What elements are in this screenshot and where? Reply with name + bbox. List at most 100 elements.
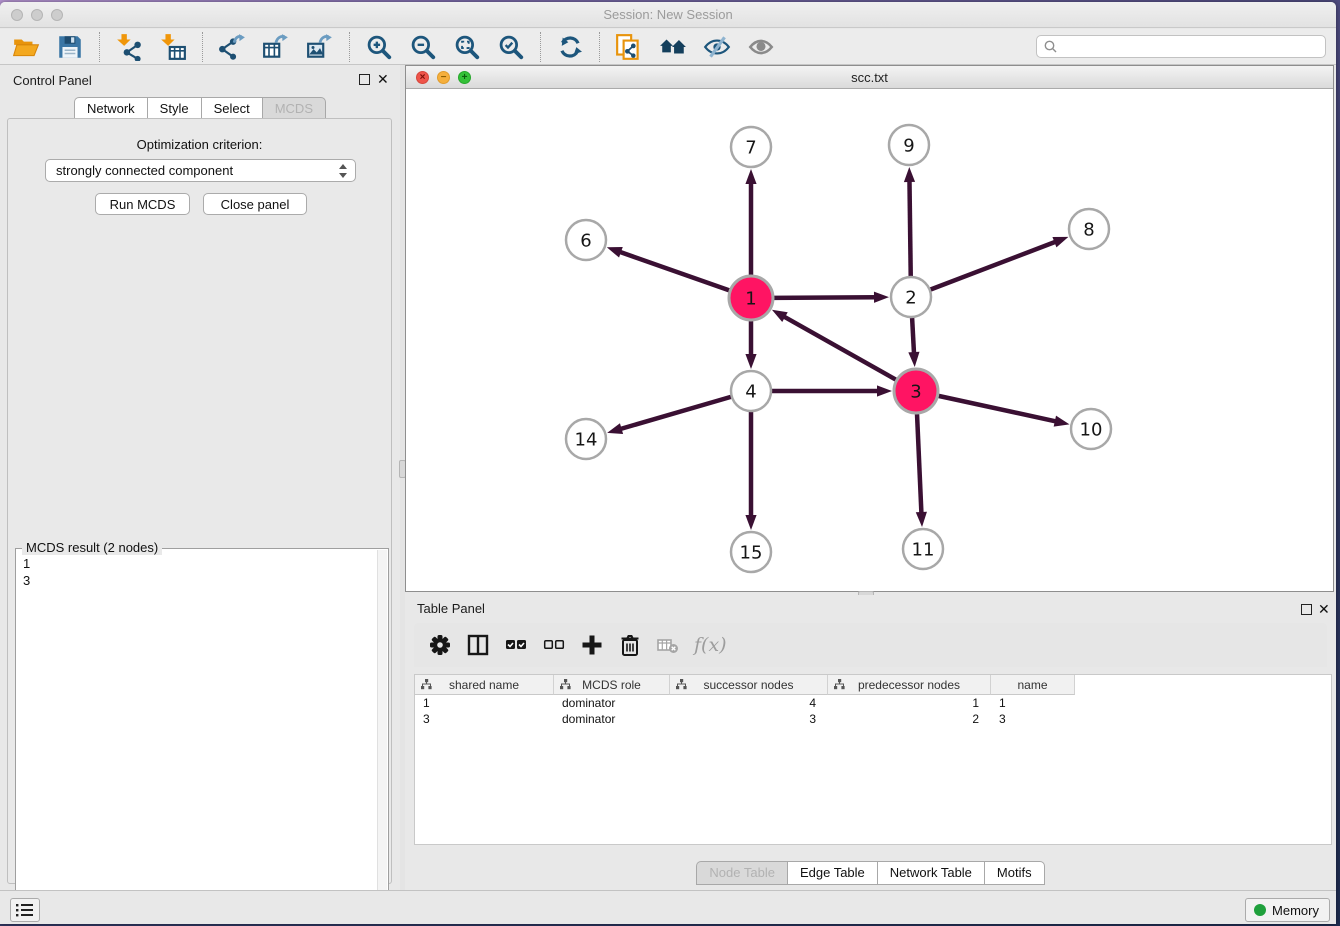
table-row[interactable]: 1 dominator 4 1 1: [415, 695, 1331, 711]
edge-4-14[interactable]: [619, 397, 731, 430]
graph-node-6[interactable]: 6: [566, 220, 606, 260]
memory-label: Memory: [1272, 903, 1319, 918]
edge-arrow-icon: [904, 167, 915, 182]
edge-2-3[interactable]: [912, 318, 914, 355]
save-session-icon[interactable]: [56, 33, 84, 61]
search-field[interactable]: [1036, 35, 1326, 58]
delete-column-icon[interactable]: [618, 633, 642, 657]
edge-arrow-icon: [877, 385, 892, 396]
close-panel-icon[interactable]: ✕: [377, 71, 389, 87]
control-panel: Control Panel ✕ Network Style Select MCD…: [0, 65, 400, 890]
graph-node-7[interactable]: 7: [731, 127, 771, 167]
cell-predecessor-nodes[interactable]: 1: [828, 695, 991, 711]
import-table-icon[interactable]: [159, 33, 187, 61]
cell-mcds-role[interactable]: dominator: [554, 711, 670, 727]
column-header-successor-nodes[interactable]: successor nodes: [670, 675, 828, 695]
edge-arrow-icon: [908, 352, 919, 367]
zoom-fit-icon[interactable]: [453, 33, 481, 61]
column-layout-icon[interactable]: [466, 633, 490, 657]
edge-2-9[interactable]: [909, 179, 910, 276]
cell-predecessor-nodes[interactable]: 2: [828, 711, 991, 727]
result-scrollbar[interactable]: [377, 550, 387, 924]
criterion-dropdown[interactable]: strongly connected component: [45, 159, 356, 182]
graph-node-4[interactable]: 4: [731, 371, 771, 411]
status-bar: Memory: [0, 890, 1336, 924]
graph-node-1[interactable]: 1: [729, 276, 773, 320]
control-panel-title: Control Panel: [13, 73, 92, 88]
graph-node-3[interactable]: 3: [894, 369, 938, 413]
tab-network-table[interactable]: Network Table: [877, 861, 984, 885]
mcds-result-text[interactable]: 1 3: [17, 552, 376, 924]
graph-node-10[interactable]: 10: [1071, 409, 1111, 449]
edge-2-8[interactable]: [931, 241, 1058, 289]
edge-3-11[interactable]: [917, 414, 921, 515]
edge-3-10[interactable]: [938, 396, 1057, 422]
float-panel-icon[interactable]: [359, 74, 370, 85]
zoom-selected-icon[interactable]: [497, 33, 525, 61]
table-close-icon[interactable]: ✕: [1318, 601, 1330, 617]
graph-node-11[interactable]: 11: [903, 529, 943, 569]
toolbar-separator: [349, 32, 350, 62]
select-all-columns-icon[interactable]: [504, 633, 528, 657]
column-header-shared-name[interactable]: shared name: [415, 675, 554, 695]
hide-selected-icon[interactable]: [703, 33, 731, 61]
session-title: Session: New Session: [0, 7, 1336, 22]
graph-node-14[interactable]: 14: [566, 419, 606, 459]
column-label: shared name: [449, 678, 519, 692]
network-canvas[interactable]: 7 9 6 8 1 2 4 3 14 10 15 11: [406, 89, 1333, 591]
task-history-button[interactable]: [10, 898, 40, 922]
close-panel-button[interactable]: Close panel: [203, 193, 307, 215]
tab-edge-table[interactable]: Edge Table: [787, 861, 877, 885]
toolbar-separator: [540, 32, 541, 62]
cell-successor-nodes[interactable]: 3: [670, 711, 828, 727]
edge-1-6[interactable]: [618, 251, 729, 290]
first-neighbors-icon[interactable]: [659, 33, 687, 61]
cell-shared-name[interactable]: 3: [415, 711, 554, 727]
graph-node-2[interactable]: 2: [891, 277, 931, 317]
edge-3-1[interactable]: [782, 316, 896, 380]
graph-node-8[interactable]: 8: [1069, 209, 1109, 249]
toolbar-separator: [202, 32, 203, 62]
run-mcds-button[interactable]: Run MCDS: [95, 193, 190, 215]
graph-node-9[interactable]: 9: [889, 125, 929, 165]
svg-text:11: 11: [912, 540, 935, 561]
show-all-icon[interactable]: [747, 33, 775, 61]
unselect-all-columns-icon[interactable]: [542, 633, 566, 657]
table-row[interactable]: 3 dominator 3 2 3: [415, 711, 1331, 727]
svg-text:14: 14: [575, 430, 598, 451]
refresh-icon[interactable]: [556, 33, 584, 61]
column-header-name[interactable]: name: [991, 675, 1075, 695]
memory-button[interactable]: Memory: [1245, 898, 1330, 922]
edge-1-2[interactable]: [774, 297, 877, 298]
open-session-icon[interactable]: [12, 33, 40, 61]
search-input[interactable]: [1062, 40, 1325, 54]
column-type-icon: [421, 679, 432, 690]
cell-name[interactable]: 1: [991, 695, 1075, 711]
column-header-mcds-role[interactable]: MCDS role: [554, 675, 670, 695]
zoom-in-icon[interactable]: [365, 33, 393, 61]
cell-shared-name[interactable]: 1: [415, 695, 554, 711]
cell-name[interactable]: 3: [991, 711, 1075, 727]
zoom-out-icon[interactable]: [409, 33, 437, 61]
tab-node-table[interactable]: Node Table: [696, 861, 787, 885]
import-network-icon[interactable]: [115, 33, 143, 61]
column-header-predecessor-nodes[interactable]: predecessor nodes: [828, 675, 991, 695]
cell-mcds-role[interactable]: dominator: [554, 695, 670, 711]
settings-gear-icon[interactable]: [428, 633, 452, 657]
table-float-icon[interactable]: [1301, 604, 1312, 615]
export-table-icon[interactable]: [262, 33, 290, 61]
cell-successor-nodes[interactable]: 4: [670, 695, 828, 711]
tab-motifs[interactable]: Motifs: [984, 861, 1045, 885]
control-panel-header: Control Panel ✕: [0, 65, 400, 95]
graph-node-15[interactable]: 15: [731, 532, 771, 572]
edge-arrow-icon: [745, 354, 756, 369]
add-column-icon[interactable]: [580, 633, 604, 657]
export-network-icon[interactable]: [218, 33, 246, 61]
clone-network-icon[interactable]: [615, 33, 643, 61]
table-panel-title: Table Panel: [417, 601, 485, 616]
export-image-icon[interactable]: [306, 33, 334, 61]
delete-table-icon[interactable]: [656, 633, 680, 657]
optimization-criterion-label: Optimization criterion:: [8, 137, 391, 152]
edge-arrow-icon: [916, 512, 927, 527]
edge-arrow-icon: [1054, 416, 1070, 427]
